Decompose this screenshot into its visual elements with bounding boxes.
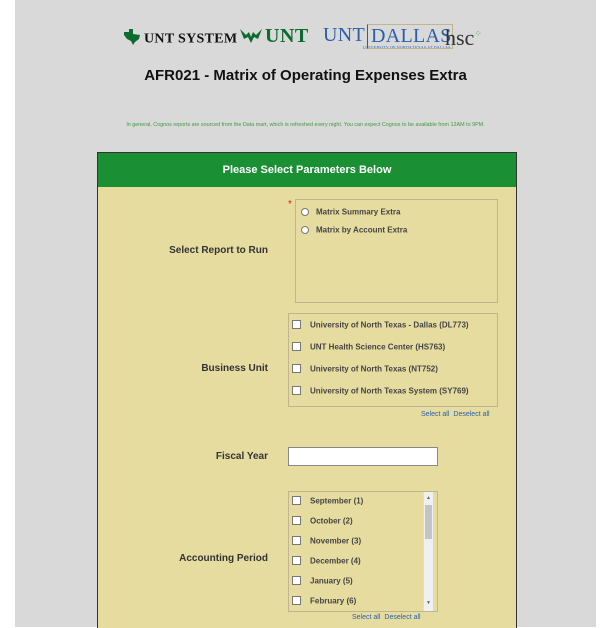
availability-note: In general, Cognos reports are sourced f…	[126, 122, 485, 128]
checkbox-icon[interactable]	[292, 536, 301, 546]
accounting-period-listbox[interactable]: September (1) October (2) November (3) D…	[288, 491, 438, 612]
hsc-logo: hsc⁘	[445, 25, 482, 50]
checkbox-icon[interactable]	[292, 556, 301, 566]
eagle-icon	[240, 26, 262, 49]
accounting-period-option[interactable]: February (6)	[292, 596, 356, 606]
required-marker: *	[288, 199, 292, 210]
checkbox-icon[interactable]	[292, 386, 301, 396]
deselect-all-link[interactable]: Deselect all	[453, 411, 489, 418]
checkbox-icon[interactable]	[292, 364, 301, 374]
panel-header: Please Select Parameters Below	[98, 153, 516, 187]
fiscal-year-label: Fiscal Year	[215, 451, 268, 462]
select-all-link[interactable]: Select all	[421, 411, 449, 418]
accounting-period-option[interactable]: January (5)	[292, 576, 353, 586]
unt-dallas-logo: UNT DALLAS UNIVERSITY OF NORTH TEXAS AT D…	[323, 24, 453, 50]
scrollbar-thumb[interactable]	[425, 505, 432, 539]
business-unit-option[interactable]: UNT Health Science Center (HS763)	[292, 342, 445, 352]
business-unit-option[interactable]: University of North Texas System (SY769)	[292, 386, 469, 396]
business-unit-option[interactable]: University of North Texas (NT752)	[292, 364, 438, 374]
business-unit-options-box: University of North Texas - Dallas (DL77…	[288, 313, 498, 407]
checkbox-icon[interactable]	[292, 576, 301, 586]
logo-bar: UNT SYSTEM UNT UNT DALLAS UNIVERSITY OF N…	[15, 22, 596, 56]
scroll-up-arrow-icon[interactable]: ▲	[426, 495, 431, 501]
business-unit-label: Business Unit	[201, 363, 268, 374]
accounting-period-option[interactable]: November (3)	[292, 536, 361, 546]
fiscal-year-input[interactable]	[288, 447, 438, 466]
dots-icon: ⁘	[474, 28, 482, 39]
business-unit-option[interactable]: University of North Texas - Dallas (DL77…	[292, 320, 469, 330]
accounting-period-option[interactable]: October (2)	[292, 516, 353, 526]
accounting-period-label: Accounting Period	[179, 553, 268, 564]
radio-icon[interactable]	[301, 225, 309, 234]
listbox-scrollbar[interactable]: ▲ ▼	[423, 492, 433, 611]
parameters-panel: Please Select Parameters Below Select Re…	[97, 152, 517, 628]
report-label: Select Report to Run	[169, 245, 268, 256]
deselect-all-link[interactable]: Deselect all	[384, 614, 420, 621]
checkbox-icon[interactable]	[292, 516, 301, 526]
checkbox-icon[interactable]	[292, 320, 301, 330]
accounting-period-option[interactable]: December (4)	[292, 556, 361, 566]
accounting-period-links: Select all Deselect all	[348, 614, 421, 621]
report-options-box: Matrix Summary Extra Matrix by Account E…	[295, 199, 498, 303]
select-all-link[interactable]: Select all	[352, 614, 380, 621]
report-option-by-account[interactable]: Matrix by Account Extra	[301, 225, 407, 234]
checkbox-icon[interactable]	[292, 596, 301, 606]
accounting-period-option[interactable]: September (1)	[292, 496, 363, 506]
unt-system-logo: UNT SYSTEM	[122, 28, 237, 51]
checkbox-icon[interactable]	[292, 342, 301, 352]
business-unit-links: Select all Deselect all	[417, 411, 490, 418]
scroll-down-arrow-icon[interactable]: ▼	[426, 600, 431, 606]
texas-map-icon	[122, 28, 142, 51]
unt-logo: UNT	[240, 25, 309, 49]
checkbox-icon[interactable]	[292, 496, 301, 506]
page-title: AFR021 - Matrix of Operating Expenses Ex…	[144, 67, 467, 84]
radio-icon[interactable]	[301, 207, 309, 216]
page-background: UNT SYSTEM UNT UNT DALLAS UNIVERSITY OF N…	[15, 0, 596, 628]
report-option-summary[interactable]: Matrix Summary Extra	[301, 207, 400, 216]
